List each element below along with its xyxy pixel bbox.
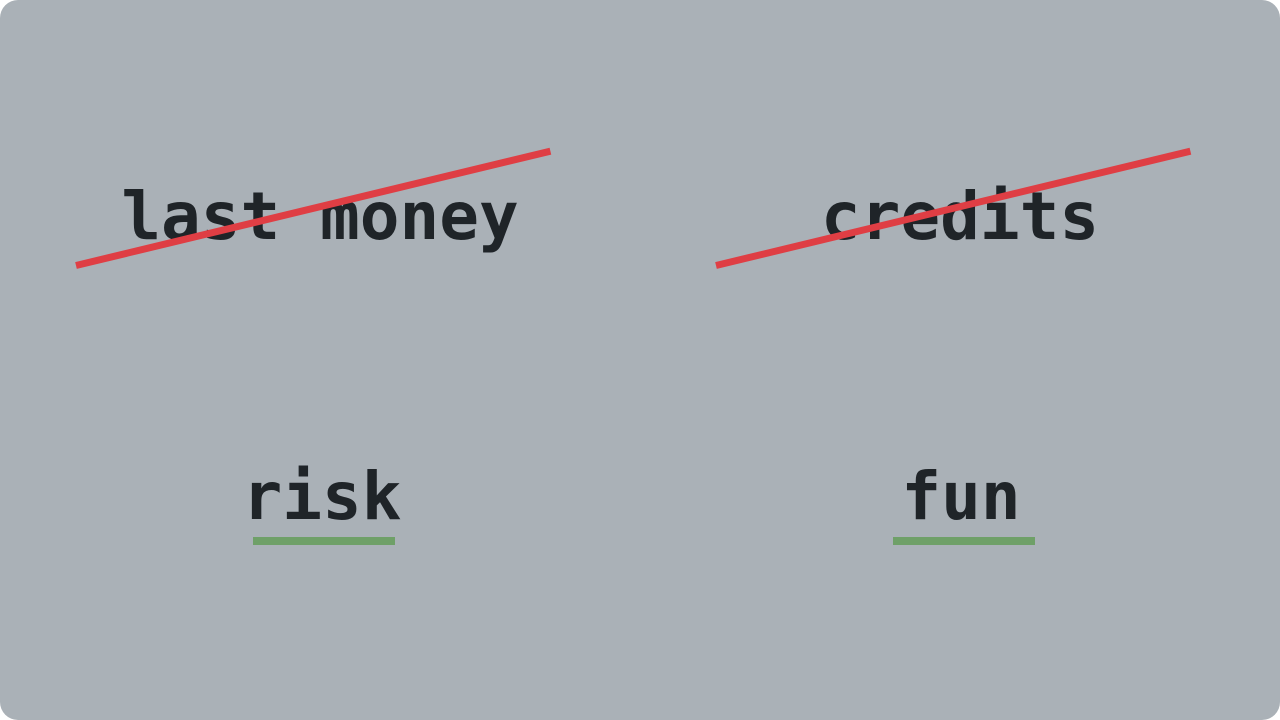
underlined-word-fun: fun xyxy=(901,458,1021,535)
crossed-word-credits: credits xyxy=(820,178,1100,255)
underline-fun xyxy=(893,537,1035,545)
underlined-word-risk: risk xyxy=(242,458,402,535)
word-card: last money credits risk fun xyxy=(0,0,1280,720)
underline-risk xyxy=(253,537,395,545)
